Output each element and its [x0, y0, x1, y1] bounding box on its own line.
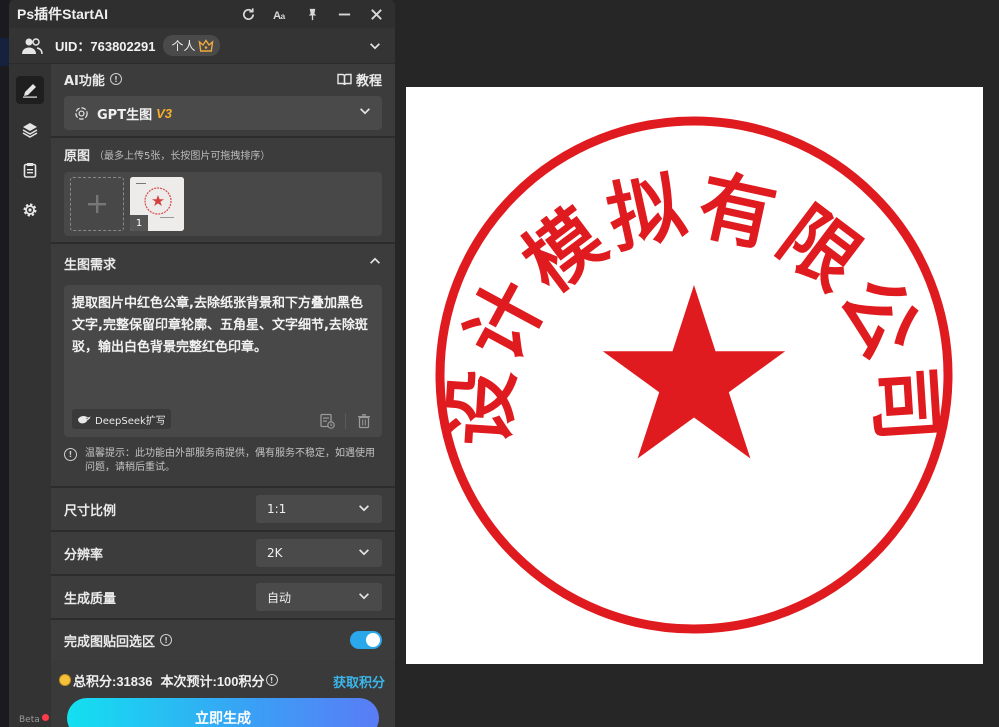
requirement-section: 生图需求 提取图片中红色公章,去除纸张背景和下方叠加黑色文字,完整保留印章轮廓、…: [51, 244, 395, 488]
nav-layers[interactable]: [16, 116, 44, 144]
whale-icon: [78, 415, 91, 423]
model-name: GPT生图: [97, 107, 153, 123]
points-summary: 总积分:31836 本次预计:100积分 !: [59, 670, 278, 690]
deepseek-label: DeepSeek扩写: [95, 415, 166, 427]
add-image-button[interactable]: [70, 177, 124, 231]
quality-row: 生成质量 自动: [51, 576, 395, 620]
ratio-row: 尺寸比例 1:1: [51, 488, 395, 532]
model-select[interactable]: GPT生图 V3: [64, 96, 382, 130]
info-icon[interactable]: !: [160, 634, 173, 646]
paste-back-row: 完成图贴回选区 !: [51, 620, 395, 660]
footer: 总积分:31836 本次预计:100积分 ! 获取积分 立即生成: [9, 670, 395, 727]
ratio-value: 1:1: [267, 502, 287, 516]
paste-back-label: 完成图贴回选区: [64, 634, 156, 650]
pin-icon[interactable]: [303, 5, 321, 23]
side-nav: Beta: [9, 64, 51, 727]
seal-image: 设计模拟有限公司: [434, 116, 953, 634]
trash-icon[interactable]: [356, 413, 372, 429]
chevron-down-icon[interactable]: [367, 38, 383, 54]
chevron-down-icon: [357, 589, 371, 606]
plus-icon: [88, 195, 106, 213]
refresh-icon[interactable]: [239, 5, 257, 23]
quality-value: 自动: [267, 590, 292, 605]
requirement-title: 生图需求: [64, 257, 117, 273]
minimize-icon[interactable]: [335, 5, 353, 23]
nav-clipboard[interactable]: [16, 156, 44, 184]
ai-function-section: AI功能 ! 教程 GPT生图 V3: [51, 64, 395, 138]
user-bar[interactable]: UID：763802291 个人: [9, 28, 395, 64]
openai-icon: [75, 106, 88, 120]
estimate-points: 本次预计:100积分: [160, 673, 265, 689]
ai-function-title: AI功能: [64, 73, 105, 89]
original-image-section: 原图 （最多上传5张，长按图片可拖拽排序） 1: [51, 138, 395, 244]
pencil-icon: [23, 84, 37, 98]
paste-back-toggle[interactable]: [350, 631, 382, 649]
close-icon[interactable]: [367, 5, 385, 23]
prompt-text[interactable]: 提取图片中红色公章,去除纸张背景和下方叠加黑色文字,完整保留印章轮廓、五角星、文…: [72, 293, 374, 359]
thumbnail-index: 1: [130, 215, 148, 231]
ratio-label: 尺寸比例: [64, 503, 117, 519]
users-icon: [21, 37, 43, 55]
resolution-row: 分辨率 2K: [51, 532, 395, 576]
resolution-select[interactable]: 2K: [256, 539, 382, 567]
tutorial-link[interactable]: 教程: [337, 70, 382, 89]
main-content: AI功能 ! 教程 GPT生图 V3 原图 （最多上传5张，长按图片可拖拽排序）: [51, 64, 395, 727]
chevron-up-icon[interactable]: [368, 254, 382, 272]
deepseek-expand-button[interactable]: DeepSeek扩写: [72, 409, 171, 429]
info-icon: !: [64, 448, 77, 461]
star-icon: [602, 285, 786, 459]
quality-select[interactable]: 自动: [256, 583, 382, 611]
book-icon: [337, 73, 352, 85]
tutorial-label: 教程: [355, 73, 382, 89]
history-icon[interactable]: [319, 413, 335, 429]
ratio-select[interactable]: 1:1: [256, 495, 382, 523]
image-thumbnail[interactable]: 1: [130, 177, 184, 231]
service-notice: ! 温馨提示：此功能由外部服务商提供，偶有服务不稳定，如遇使用问题，请稍后重试。: [64, 447, 382, 475]
coin-icon: [59, 674, 71, 686]
quality-label: 生成质量: [64, 591, 117, 607]
nav-settings[interactable]: [16, 196, 44, 224]
window-title: Ps插件StartAI: [17, 6, 109, 22]
chevron-down-icon: [357, 545, 371, 562]
uid-label: UID：763802291: [55, 39, 156, 54]
plugin-panel: Ps插件StartAI Aa UID：763802291 个人 Beta AI功…: [9, 0, 395, 727]
info-icon[interactable]: !: [265, 674, 278, 686]
generate-button[interactable]: 立即生成: [67, 698, 379, 727]
get-points-link[interactable]: 获取积分: [333, 672, 385, 691]
plan-badge-label: 个人: [171, 39, 196, 53]
prompt-textarea[interactable]: 提取图片中红色公章,去除纸张背景和下方叠加黑色文字,完整保留印章轮廓、五角星、文…: [64, 285, 382, 437]
notice-text: 温馨提示：此功能由外部服务商提供，偶有服务不稳定，如遇使用问题，请稍后重试。: [85, 448, 375, 473]
gear-icon: [23, 203, 37, 217]
nav-edit[interactable]: [16, 76, 44, 104]
resolution-label: 分辨率: [64, 547, 104, 563]
original-hint: （最多上传5张，长按图片可拖拽排序）: [94, 150, 271, 162]
original-title: 原图: [64, 148, 91, 164]
document-canvas[interactable]: 设计模拟有限公司: [406, 87, 983, 664]
crown-icon: [199, 38, 214, 52]
chevron-down-icon: [358, 104, 372, 122]
svg-text:a: a: [280, 11, 285, 21]
thumbnail-strip: 1: [64, 172, 382, 236]
chevron-down-icon: [357, 501, 371, 518]
total-points: 总积分:31836: [73, 673, 153, 689]
plan-badge[interactable]: 个人: [163, 35, 221, 56]
tool-separator: [345, 413, 346, 429]
model-version: V3: [156, 105, 172, 121]
clipboard-icon: [23, 163, 37, 178]
info-icon[interactable]: !: [109, 73, 122, 85]
resolution-value: 2K: [267, 546, 283, 560]
layers-icon: [22, 123, 38, 138]
title-bar[interactable]: Ps插件StartAI Aa: [9, 0, 395, 28]
font-size-icon[interactable]: Aa: [271, 5, 289, 23]
